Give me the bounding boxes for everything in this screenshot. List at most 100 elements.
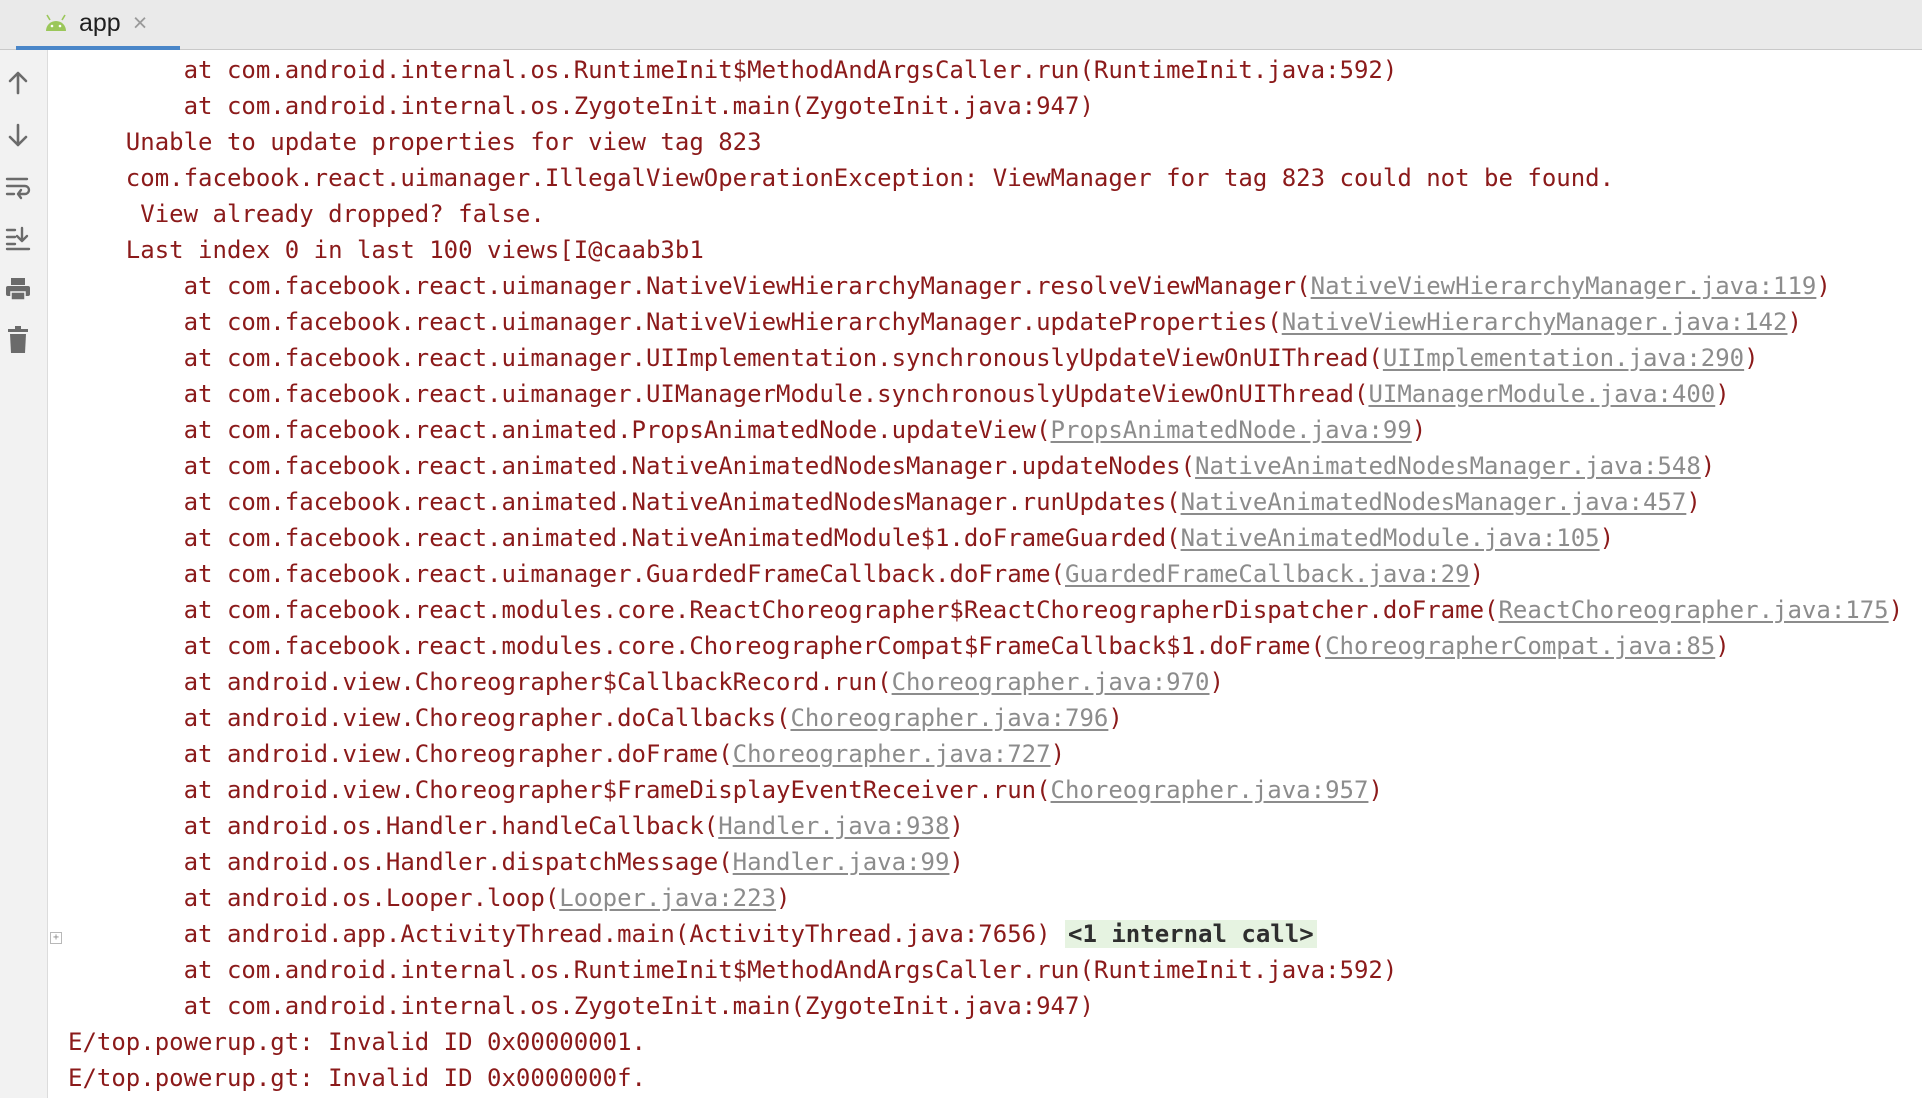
log-line: at android.os.Looper.loop(Looper.java:22… bbox=[68, 880, 1922, 916]
log-text-suffix: ) bbox=[1715, 632, 1730, 660]
log-line: at com.facebook.react.uimanager.NativeVi… bbox=[68, 268, 1922, 304]
trash-icon[interactable] bbox=[3, 325, 33, 355]
log-text-suffix: ) bbox=[776, 884, 791, 912]
log-line: com.facebook.react.uimanager.IllegalView… bbox=[68, 160, 1922, 196]
log-line: at com.facebook.react.uimanager.GuardedF… bbox=[68, 556, 1922, 592]
log-text: at com.facebook.react.uimanager.NativeVi… bbox=[68, 308, 1282, 336]
source-link[interactable]: NativeViewHierarchyManager.java:142 bbox=[1282, 308, 1788, 336]
source-link[interactable]: ChoreographerCompat.java:85 bbox=[1325, 632, 1715, 660]
log-text-suffix: ) bbox=[1744, 344, 1759, 372]
log-line: at com.facebook.react.animated.NativeAni… bbox=[68, 520, 1922, 556]
log-line: at android.app.ActivityThread.main(Activ… bbox=[68, 916, 1922, 952]
log-text-suffix: ) bbox=[949, 848, 964, 876]
log-text: at com.facebook.react.animated.NativeAni… bbox=[68, 524, 1181, 552]
log-line: at android.os.Handler.handleCallback(Han… bbox=[68, 808, 1922, 844]
log-line: at android.os.Handler.dispatchMessage(Ha… bbox=[68, 844, 1922, 880]
log-line: at com.facebook.react.modules.core.React… bbox=[68, 592, 1922, 628]
log-text-suffix: ) bbox=[1816, 272, 1831, 300]
log-text: at com.android.internal.os.ZygoteInit.ma… bbox=[68, 92, 1094, 120]
android-icon bbox=[46, 14, 66, 31]
log-text: at android.view.Choreographer$FrameDispl… bbox=[68, 776, 1051, 804]
log-line: at com.facebook.react.uimanager.NativeVi… bbox=[68, 304, 1922, 340]
source-link[interactable]: Choreographer.java:957 bbox=[1051, 776, 1369, 804]
log-text: at android.os.Handler.dispatchMessage( bbox=[68, 848, 733, 876]
log-text-suffix: ) bbox=[1108, 704, 1123, 732]
source-link[interactable]: Choreographer.java:727 bbox=[733, 740, 1051, 768]
source-link[interactable]: Looper.java:223 bbox=[559, 884, 776, 912]
tab-title: app bbox=[79, 8, 121, 37]
log-text-suffix: ) bbox=[1599, 524, 1615, 552]
source-link[interactable]: NativeAnimatedNodesManager.java:548 bbox=[1195, 452, 1701, 480]
log-text-suffix: ) bbox=[1888, 596, 1904, 624]
source-link[interactable]: PropsAnimatedNode.java:99 bbox=[1051, 416, 1412, 444]
internal-call-badge[interactable]: <1 internal call> bbox=[1065, 920, 1317, 948]
log-text-suffix: ) bbox=[1209, 668, 1224, 696]
log-text: at android.view.Choreographer.doCallback… bbox=[68, 704, 791, 732]
log-line: Last index 0 in last 100 views[I@caab3b1 bbox=[68, 232, 1922, 268]
log-text-suffix: ) bbox=[949, 812, 964, 840]
source-link[interactable]: Handler.java:938 bbox=[718, 812, 949, 840]
up-arrow-icon[interactable] bbox=[3, 68, 33, 98]
log-line: at com.android.internal.os.ZygoteInit.ma… bbox=[68, 988, 1922, 1024]
log-text-suffix: ) bbox=[1411, 416, 1427, 444]
log-text: E/top.powerup.gt: Invalid ID 0x0000000f. bbox=[68, 1064, 646, 1092]
log-line: at com.facebook.react.animated.NativeAni… bbox=[68, 448, 1922, 484]
log-line: at com.facebook.react.animated.PropsAnim… bbox=[68, 412, 1922, 448]
tab-app[interactable]: app × bbox=[16, 0, 180, 50]
log-text: Unable to update properties for view tag… bbox=[68, 128, 762, 156]
source-link[interactable]: Choreographer.java:796 bbox=[790, 704, 1108, 732]
log-line: at com.android.internal.os.RuntimeInit$M… bbox=[68, 52, 1922, 88]
log-text-suffix: ) bbox=[1050, 740, 1066, 768]
scroll-to-end-icon[interactable] bbox=[3, 223, 33, 253]
log-line: at com.android.internal.os.ZygoteInit.ma… bbox=[68, 88, 1922, 124]
log-text: E/top.powerup.gt: Invalid ID 0x00000001. bbox=[68, 1028, 646, 1056]
source-link[interactable]: Choreographer.java:970 bbox=[892, 668, 1210, 696]
editor-tab-bar: app × bbox=[0, 0, 1922, 50]
down-arrow-icon[interactable] bbox=[3, 120, 33, 150]
log-text: at com.facebook.react.animated.NativeAni… bbox=[68, 488, 1181, 516]
source-link[interactable]: Handler.java:99 bbox=[733, 848, 950, 876]
log-line: Unable to update properties for view tag… bbox=[68, 124, 1922, 160]
log-text: at com.facebook.react.animated.NativeAni… bbox=[68, 452, 1196, 480]
source-link[interactable]: UIManagerModule.java:400 bbox=[1368, 380, 1715, 408]
logcat-output: at com.android.internal.os.RuntimeInit$M… bbox=[68, 52, 1922, 1098]
soft-wrap-icon[interactable] bbox=[3, 172, 33, 202]
log-line: at android.view.Choreographer.doCallback… bbox=[68, 700, 1922, 736]
log-text: Last index 0 in last 100 views[I@caab3b1 bbox=[68, 236, 704, 264]
source-link[interactable]: NativeAnimatedNodesManager.java:457 bbox=[1181, 488, 1687, 516]
log-text-suffix: ) bbox=[1469, 560, 1485, 588]
log-line: at com.facebook.react.modules.core.Chore… bbox=[68, 628, 1922, 664]
log-text: at com.facebook.react.modules.core.React… bbox=[68, 596, 1499, 624]
log-text-suffix: ) bbox=[1686, 488, 1701, 516]
log-line: at com.android.internal.os.RuntimeInit$M… bbox=[68, 952, 1922, 988]
log-text: com.facebook.react.uimanager.IllegalView… bbox=[68, 164, 1615, 192]
source-link[interactable]: GuardedFrameCallback.java:29 bbox=[1065, 560, 1470, 588]
log-line: at android.view.Choreographer$FrameDispl… bbox=[68, 772, 1922, 808]
log-text: at com.facebook.react.uimanager.UIManage… bbox=[68, 380, 1369, 408]
log-text: at com.facebook.react.modules.core.Chore… bbox=[68, 632, 1326, 660]
log-line: E/top.powerup.gt: Invalid ID 0x0000000f. bbox=[68, 1060, 1922, 1096]
log-text: at com.facebook.react.uimanager.NativeVi… bbox=[68, 272, 1311, 300]
log-text-suffix: ) bbox=[1787, 308, 1802, 336]
expand-fold-icon[interactable]: + bbox=[50, 932, 62, 944]
log-line: at android.view.Choreographer.doFrame(Ch… bbox=[68, 736, 1922, 772]
log-line: at com.facebook.react.uimanager.UIManage… bbox=[68, 376, 1922, 412]
log-text: at com.android.internal.os.RuntimeInit$M… bbox=[68, 956, 1398, 984]
log-text: at com.facebook.react.uimanager.GuardedF… bbox=[68, 560, 1065, 588]
log-text-suffix: ) bbox=[1715, 380, 1730, 408]
log-text: at android.view.Choreographer$CallbackRe… bbox=[68, 668, 892, 696]
log-text: at com.android.internal.os.RuntimeInit$M… bbox=[68, 56, 1398, 84]
source-link[interactable]: NativeAnimatedModule.java:105 bbox=[1181, 524, 1600, 552]
source-link[interactable]: NativeViewHierarchyManager.java:119 bbox=[1311, 272, 1817, 300]
source-link[interactable]: ReactChoreographer.java:175 bbox=[1498, 596, 1888, 624]
log-text: at com.facebook.react.animated.PropsAnim… bbox=[68, 416, 1051, 444]
close-icon[interactable]: × bbox=[133, 10, 148, 36]
log-text-suffix: ) bbox=[1368, 776, 1383, 804]
source-link[interactable]: UIImplementation.java:290 bbox=[1383, 344, 1744, 372]
log-line: at com.facebook.react.uimanager.UIImplem… bbox=[68, 340, 1922, 376]
log-text: at android.os.Looper.loop( bbox=[68, 884, 560, 912]
print-icon[interactable] bbox=[3, 274, 33, 304]
log-text-suffix: ) bbox=[1700, 452, 1716, 480]
log-line: E/top.powerup.gt: Invalid ID 0x00000001. bbox=[68, 1024, 1922, 1060]
log-text: at com.android.internal.os.ZygoteInit.ma… bbox=[68, 992, 1094, 1020]
